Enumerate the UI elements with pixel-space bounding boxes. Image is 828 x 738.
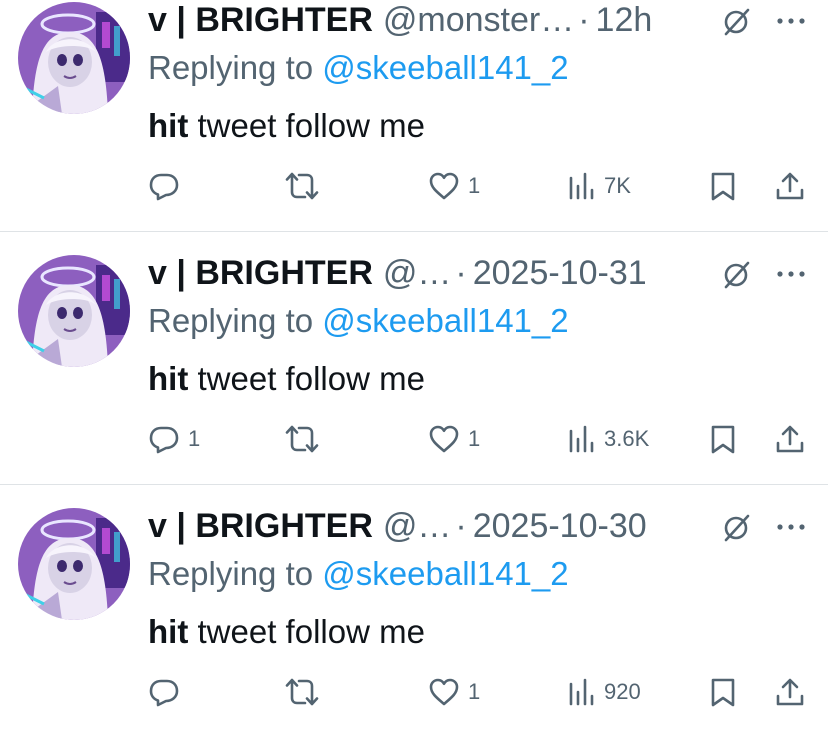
divider [0,231,828,232]
like-button[interactable]: 1 [428,164,480,208]
tweet[interactable]: v | BRIGHTER @… · 2025-10-30 Replying to… [0,506,828,738]
action-bar: 1 7K [0,164,828,208]
views-button[interactable]: 920 [568,670,641,714]
reply-button[interactable]: 1 [148,417,200,461]
views-button[interactable]: 3.6K [568,417,649,461]
bookmark-button[interactable] [708,164,738,208]
share-button[interactable] [774,417,806,461]
mention-link[interactable]: @skeeball141_2 [322,555,568,592]
display-name[interactable]: v | BRIGHTER [148,253,373,293]
timestamp[interactable]: 2025-10-30 [473,506,647,546]
more-icon[interactable] [776,269,806,279]
reply-icon [149,173,179,201]
mention-link[interactable]: @skeeball141_2 [322,302,568,339]
share-button[interactable] [774,164,806,208]
replying-to-label: Replying to [148,555,314,592]
views-button[interactable]: 7K [568,164,631,208]
reply-icon [149,426,179,454]
reply-button[interactable] [148,164,188,208]
tweet-feed: v | BRIGHTER @monster… · 12h Replying to… [0,0,828,738]
replying-to: Replying to @skeeball141_2 [148,554,569,594]
retweet-icon [285,425,319,453]
user-handle[interactable]: @… [383,506,452,546]
tweet[interactable]: v | BRIGHTER @monster… · 12h Replying to… [0,0,828,232]
more-icon[interactable] [776,16,806,26]
replying-to-label: Replying to [148,49,314,86]
tweet-header: v | BRIGHTER @… · 2025-10-31 [148,253,647,293]
timestamp[interactable]: 12h [596,0,653,40]
retweet-button[interactable] [284,670,328,714]
like-button[interactable]: 1 [428,417,480,461]
grok-icon[interactable] [722,512,752,542]
replying-to: Replying to @skeeball141_2 [148,48,569,88]
heart-icon [429,678,459,706]
action-bar: 1 920 [0,670,828,714]
views-icon [569,172,594,200]
grok-icon[interactable] [722,259,752,289]
separator-dot: · [578,1,590,39]
bookmark-button[interactable] [708,417,738,461]
share-icon [776,678,804,706]
views-count: 920 [604,679,641,704]
like-count: 1 [468,426,481,451]
avatar[interactable] [18,2,130,114]
retweet-button[interactable] [284,164,328,208]
bookmark-icon [711,172,735,201]
replying-to: Replying to @skeeball141_2 [148,301,569,341]
heart-icon [429,172,459,200]
retweet-button[interactable] [284,417,328,461]
reply-count: 1 [188,426,201,451]
reply-button[interactable] [148,670,188,714]
views-count: 3.6K [604,426,650,451]
more-icon[interactable] [776,522,806,532]
tweet-header: v | BRIGHTER @… · 2025-10-30 [148,506,647,546]
user-handle[interactable]: @… [383,253,452,293]
tweet-text-rest: tweet follow me [197,613,425,650]
tweet-text-bold: hit [148,613,189,650]
tweet-text-rest: tweet follow me [197,107,425,144]
avatar[interactable] [18,508,130,620]
bookmark-icon [711,678,735,707]
display-name[interactable]: v | BRIGHTER [148,0,373,40]
display-name[interactable]: v | BRIGHTER [148,506,373,546]
action-bar: 1 1 3.6K [0,417,828,461]
tweet[interactable]: v | BRIGHTER @… · 2025-10-31 Replying to… [0,253,828,485]
heart-icon [429,425,459,453]
like-count: 1 [468,679,481,704]
share-icon [776,425,804,453]
tweet-text: hit tweet follow me [148,612,425,652]
grok-icon[interactable] [722,6,752,36]
separator-dot: · [455,254,467,292]
like-count: 1 [468,173,481,198]
avatar[interactable] [18,255,130,367]
like-button[interactable]: 1 [428,670,480,714]
timestamp[interactable]: 2025-10-31 [473,253,647,293]
tweet-text: hit tweet follow me [148,359,425,399]
tweet-header: v | BRIGHTER @monster… · 12h [148,0,652,40]
mention-link[interactable]: @skeeball141_2 [322,49,568,86]
divider [0,484,828,485]
tweet-text-rest: tweet follow me [197,360,425,397]
separator-dot: · [455,507,467,545]
bookmark-icon [711,425,735,454]
share-button[interactable] [774,670,806,714]
user-handle[interactable]: @monster… [383,0,574,40]
views-count: 7K [604,173,631,198]
bookmark-button[interactable] [708,670,738,714]
reply-icon [149,679,179,707]
views-icon [569,678,594,706]
retweet-icon [285,172,319,200]
replying-to-label: Replying to [148,302,314,339]
views-icon [569,425,594,453]
share-icon [776,172,804,200]
tweet-text: hit tweet follow me [148,106,425,146]
tweet-text-bold: hit [148,360,189,397]
tweet-text-bold: hit [148,107,189,144]
retweet-icon [285,678,319,706]
